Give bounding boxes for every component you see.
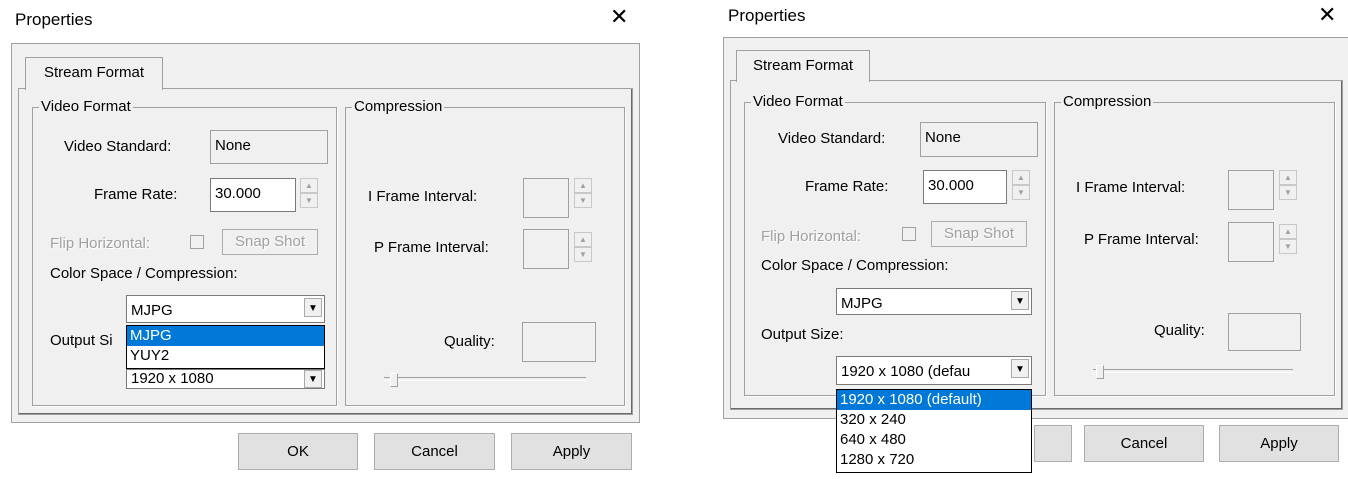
snapshot-button[interactable]: Snap Shot [222,229,318,255]
spin-down-icon: ▼ [1279,239,1297,254]
frame-rate-label: Frame Rate: [805,178,889,195]
cancel-button[interactable]: Cancel [1084,425,1204,462]
ok-button-partial[interactable] [1034,425,1072,462]
cancel-button[interactable]: Cancel [374,433,495,470]
p-frame-interval-input [1228,222,1274,262]
close-icon[interactable]: ✕ [1318,4,1336,26]
chevron-down-icon[interactable]: ▼ [1011,291,1029,310]
p-frame-spinner: ▲ ▼ [574,232,592,262]
apply-button[interactable]: Apply [511,433,632,470]
quality-input [522,322,596,362]
color-space-value: MJPG [841,295,883,312]
frame-rate-spinner[interactable]: ▲ ▼ [1012,170,1030,200]
close-icon[interactable]: ✕ [610,6,628,28]
p-frame-interval-input [523,229,569,269]
list-item[interactable]: 1280 x 720 [837,450,1031,470]
frame-rate-input[interactable]: 30.000 [923,170,1007,204]
list-item[interactable]: 320 x 240 [837,410,1031,430]
quality-label: Quality: [1154,322,1205,339]
snapshot-button[interactable]: Snap Shot [931,221,1027,247]
video-standard-field: None [920,122,1038,157]
spin-down-icon[interactable]: ▼ [300,193,318,208]
p-frame-interval-label: P Frame Interval: [374,239,489,256]
color-space-value: MJPG [131,302,173,319]
properties-dialog-1: Properties ✕ Stream Format Video Format … [0,0,650,479]
output-size-value: 1920 x 1080 [131,370,214,387]
video-standard-field: None [210,130,328,164]
i-frame-interval-label: I Frame Interval: [1076,179,1186,196]
p-frame-spinner: ▲ ▼ [1279,224,1297,254]
color-space-select[interactable]: MJPG ▼ [836,288,1032,315]
spin-down-icon: ▼ [1279,185,1297,200]
quality-slider-track[interactable] [384,377,586,381]
output-size-label: Output Si [50,332,113,349]
spin-down-icon: ▼ [574,247,592,262]
frame-rate-spinner[interactable]: ▲ ▼ [300,178,318,208]
spin-down-icon: ▼ [574,193,592,208]
output-size-select[interactable]: 1920 x 1080 (defau ▼ [836,356,1032,385]
spin-up-icon: ▲ [574,232,592,247]
list-item[interactable]: 640 x 480 [837,430,1031,450]
color-space-dropdown-list[interactable]: MJPG YUY2 [126,325,325,369]
color-space-label: Color Space / Compression: [50,265,238,282]
quality-label: Quality: [444,333,495,350]
dialog-title: Properties [728,6,806,25]
chevron-down-icon[interactable]: ▼ [304,298,322,317]
tab-stream-format[interactable]: Stream Format [736,50,870,82]
spin-up-icon: ▲ [1279,224,1297,239]
ok-button[interactable]: OK [238,433,358,470]
group-label: Compression [1061,93,1154,110]
spin-up-icon: ▲ [574,178,592,193]
output-size-label: Output Size: [761,326,844,343]
properties-dialog-2: Properties ✕ Stream Format Video Format … [716,0,1348,479]
quality-slider-thumb[interactable] [1096,365,1104,379]
i-frame-interval-label: I Frame Interval: [368,188,478,205]
spin-down-icon[interactable]: ▼ [1012,185,1030,200]
flip-horizontal-checkbox[interactable] [190,235,204,249]
output-size-value: 1920 x 1080 (defau [841,363,971,380]
group-label: Video Format [751,93,845,110]
quality-slider-track[interactable] [1093,369,1293,373]
video-standard-label: Video Standard: [778,130,886,147]
output-size-dropdown-list[interactable]: 1920 x 1080 (default) 320 x 240 640 x 48… [836,389,1032,473]
i-frame-spinner: ▲ ▼ [1279,170,1297,200]
spin-up-icon: ▲ [1279,170,1297,185]
frame-rate-label: Frame Rate: [94,186,178,203]
list-item[interactable]: YUY2 [127,346,324,366]
quality-slider-thumb[interactable] [390,373,398,387]
quality-input [1228,313,1301,351]
i-frame-interval-input [523,178,569,218]
chevron-down-icon[interactable]: ▼ [304,370,322,388]
list-item[interactable]: MJPG [127,326,324,346]
flip-horizontal-checkbox[interactable] [902,227,916,241]
group-label: Video Format [39,98,133,115]
chevron-down-icon[interactable]: ▼ [1011,359,1029,378]
dialog-title: Properties [15,10,93,29]
i-frame-interval-input [1228,170,1274,210]
color-space-select[interactable]: MJPG ▼ [126,295,325,323]
p-frame-interval-label: P Frame Interval: [1084,231,1199,248]
flip-horizontal-label: Flip Horizontal: [761,228,862,245]
tab-stream-format[interactable]: Stream Format [25,57,163,90]
color-space-label: Color Space / Compression: [761,257,949,274]
spin-up-icon[interactable]: ▲ [300,178,318,193]
flip-horizontal-label: Flip Horizontal: [50,235,151,252]
list-item[interactable]: 1920 x 1080 (default) [837,390,1031,410]
i-frame-spinner: ▲ ▼ [574,178,592,208]
frame-rate-input[interactable]: 30.000 [210,178,296,212]
output-size-select[interactable]: 1920 x 1080 ▼ [126,369,325,389]
group-label: Compression [352,98,445,115]
video-standard-label: Video Standard: [64,138,172,155]
apply-button[interactable]: Apply [1219,425,1339,462]
spin-up-icon[interactable]: ▲ [1012,170,1030,185]
